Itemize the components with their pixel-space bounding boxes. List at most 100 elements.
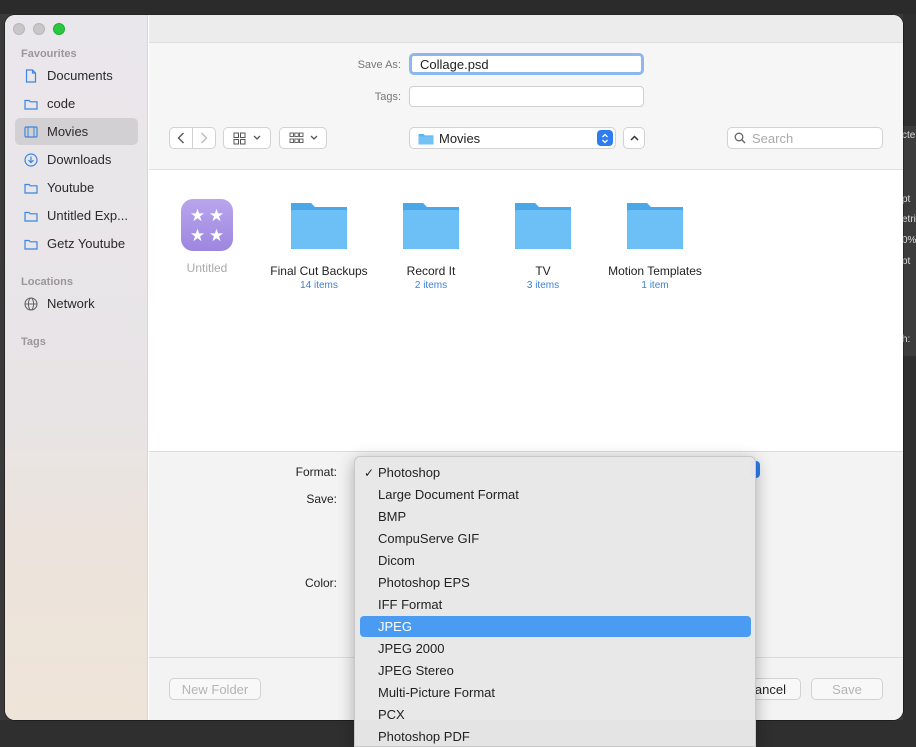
menu-item-label: JPEG	[378, 619, 412, 634]
format-option-photoshop-pdf[interactable]: Photoshop PDF	[360, 726, 751, 746]
menu-item-label: Dicom	[378, 553, 415, 568]
sidebar-item-getz-youtube[interactable]: Getz Youtube	[15, 230, 138, 257]
bg-fragment: h:	[902, 334, 911, 345]
folder-icon	[627, 203, 683, 249]
bg-fragment: 0%	[902, 235, 916, 246]
sidebar-item-label: Movies	[47, 124, 89, 139]
file-count: 1 item	[641, 280, 669, 291]
chevron-left-icon	[177, 132, 184, 144]
menu-item-label: Photoshop EPS	[378, 575, 470, 590]
sidebar-item-downloads[interactable]: Downloads	[15, 146, 138, 173]
file-count: 3 items	[526, 280, 560, 291]
format-option-pcx[interactable]: PCX	[360, 704, 751, 725]
new-folder-button[interactable]: New Folder	[169, 678, 261, 700]
format-option-compuserve-gif[interactable]: CompuServe GIF	[360, 528, 751, 549]
collapse-button[interactable]	[623, 127, 645, 149]
bg-fragment: etri	[902, 214, 916, 225]
format-option-jpeg[interactable]: JPEG	[360, 616, 751, 637]
sidebar-item-untitled-exp[interactable]: Untitled Exp...	[15, 202, 138, 229]
tags-input[interactable]	[409, 86, 644, 107]
location-popup[interactable]: Movies	[409, 127, 616, 149]
format-option-dicom[interactable]: Dicom	[360, 550, 751, 571]
format-option-bmp[interactable]: BMP	[360, 506, 751, 527]
menu-item-label: JPEG 2000	[378, 641, 445, 656]
file-name: Untitled	[186, 261, 228, 275]
file-name: TV	[535, 264, 551, 278]
stepper-icon	[597, 130, 613, 146]
file-name: Final Cut Backups	[270, 264, 368, 278]
forward-button[interactable]	[192, 127, 216, 149]
sidebar-item-documents[interactable]: Documents	[15, 62, 138, 89]
sidebar-item-label: Documents	[47, 68, 113, 83]
download-icon	[24, 152, 38, 167]
folder-icon	[24, 209, 38, 223]
format-option-photoshop-eps[interactable]: Photoshop EPS	[360, 572, 751, 593]
title-bar	[149, 15, 903, 43]
save-as-input[interactable]: Collage.psd	[409, 53, 644, 75]
bg-fragment: cte	[902, 130, 916, 141]
folder-icon	[24, 181, 38, 195]
format-menu: ✓ Photoshop Large Document Format BMP Co…	[354, 456, 756, 747]
file-item-final-cut-backups[interactable]: Final Cut Backups 14 items	[263, 199, 375, 291]
format-option-jpeg-stereo[interactable]: JPEG Stereo	[360, 660, 751, 681]
format-option-multi-picture[interactable]: Multi-Picture Format	[360, 682, 751, 703]
grid-icon	[233, 132, 246, 144]
folder-icon	[24, 237, 38, 251]
back-button[interactable]	[169, 127, 193, 149]
sidebar-item-movies[interactable]: Movies	[15, 118, 138, 145]
sidebar-item-youtube[interactable]: Youtube	[15, 174, 138, 201]
menu-item-label: Photoshop PDF	[378, 729, 470, 744]
group-icon	[289, 132, 303, 143]
sidebar-item-label: Network	[47, 296, 95, 311]
document-icon	[24, 68, 38, 83]
file-count: 14 items	[300, 280, 338, 291]
search-field[interactable]	[727, 127, 883, 149]
chevron-down-icon	[253, 135, 261, 140]
bg-fragment: ot	[902, 256, 911, 267]
chevron-up-icon	[629, 135, 639, 141]
save-as-label: Save As:	[357, 59, 401, 71]
menu-item-label: Multi-Picture Format	[378, 685, 496, 700]
format-option-jpeg-2000[interactable]: JPEG 2000	[360, 638, 751, 659]
sidebar-item-code[interactable]: code	[15, 90, 138, 117]
color-label: Color:	[304, 576, 337, 590]
minimize-button[interactable]	[33, 23, 45, 35]
film-icon	[24, 125, 38, 139]
folder-icon	[403, 203, 459, 249]
file-item-untitled[interactable]: ★ ★ ★ ★ Untitled	[151, 199, 263, 277]
group-button[interactable]	[279, 127, 327, 149]
format-option-iff[interactable]: IFF Format	[360, 594, 751, 615]
menu-item-label: JPEG Stereo	[378, 663, 454, 678]
zoom-button[interactable]	[53, 23, 65, 35]
file-name: Motion Templates	[608, 264, 702, 278]
save-button[interactable]: Save	[811, 678, 883, 700]
chevron-right-icon	[201, 132, 208, 144]
menu-item-label: Photoshop	[378, 465, 441, 480]
format-option-photoshop[interactable]: ✓ Photoshop	[360, 462, 751, 483]
sidebar-item-label: Untitled Exp...	[47, 208, 128, 223]
background-app-top	[0, 0, 916, 14]
sidebar-item-label: Getz Youtube	[47, 236, 126, 251]
file-item-record-it[interactable]: Record It 2 items	[375, 199, 487, 291]
file-item-tv[interactable]: TV 3 items	[487, 199, 599, 291]
sidebar-item-network[interactable]: Network	[15, 290, 138, 317]
sidebar-section-tags: Tags	[21, 336, 46, 348]
sidebar-item-label: Youtube	[47, 180, 95, 195]
menu-item-label: PCX	[378, 707, 405, 722]
search-input[interactable]	[752, 130, 872, 146]
background-app-right	[903, 14, 916, 747]
folder-icon	[515, 203, 571, 249]
globe-icon	[24, 296, 38, 311]
format-option-large-document[interactable]: Large Document Format	[360, 484, 751, 505]
chevron-down-icon	[310, 135, 317, 140]
location-label: Movies	[439, 130, 481, 146]
menu-item-label: BMP	[378, 509, 407, 524]
app-icon: ★ ★ ★ ★	[181, 199, 233, 251]
close-button[interactable]	[13, 23, 25, 35]
tags-label: Tags:	[374, 91, 401, 103]
folder-icon	[24, 97, 38, 111]
file-item-motion-templates[interactable]: Motion Templates 1 item	[599, 199, 711, 291]
format-label: Format:	[295, 465, 337, 479]
view-mode-button[interactable]	[223, 127, 271, 149]
menu-item-label: Large Document Format	[378, 487, 519, 502]
